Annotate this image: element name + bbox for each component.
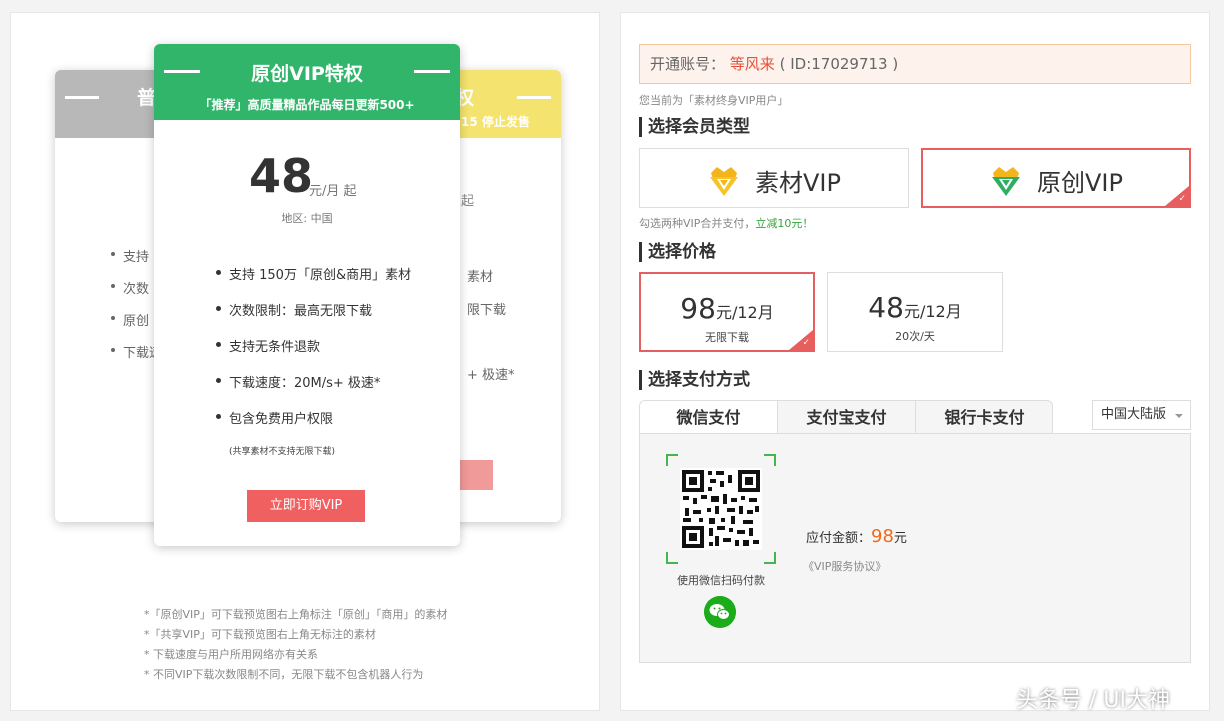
- list-item: 限下载: [467, 303, 507, 318]
- payment-area: 使用微信扫码付款 应付金额：98元 《VIP服务协议》: [639, 433, 1191, 663]
- note-item: *「原创VIP」可下载预览图右上角标注「原创」「商用」的素材: [144, 608, 448, 621]
- price-amount: 98: [680, 292, 716, 325]
- check-mark-icon: ✓: [1178, 194, 1186, 204]
- scan-tip: 使用微信扫码付款: [677, 574, 765, 587]
- account-bar: 开通账号： 等风来 ( ID:17029713 ): [639, 44, 1191, 84]
- gold-crown-v-icon: [710, 166, 739, 196]
- section-title-payment: 选择支付方式: [639, 370, 750, 390]
- list-item: + 极速*: [467, 368, 515, 383]
- vip-plan-feature-note: (共享素材不支持无限下载): [229, 447, 336, 457]
- payment-tabs: 微信支付 支付宝支付 银行卡支付: [639, 400, 1053, 433]
- tab-bank-card[interactable]: 银行卡支付: [916, 401, 1052, 433]
- vip-plan-title: 原创VIP特权: [251, 63, 363, 85]
- price-option-daily[interactable]: 48元/12月 20次/天: [827, 272, 1003, 352]
- original-vip-label: 原创VIP: [1037, 169, 1123, 197]
- shared-plan-subtitle: 15 停止发售: [461, 115, 530, 129]
- material-vip-label: 素材VIP: [755, 169, 841, 197]
- tab-alipay[interactable]: 支付宝支付: [778, 401, 916, 433]
- list-item: 下载速度：20M/s+ 极速*: [216, 372, 411, 408]
- price-unit: 元/12月: [715, 303, 774, 322]
- header-dash: [414, 70, 450, 73]
- section-title-price: 选择价格: [639, 242, 716, 262]
- list-item: 素材: [467, 270, 494, 285]
- account-label: 开通账号：: [650, 55, 726, 73]
- amount-due-value: 98: [871, 526, 894, 547]
- current-membership: 您当前为「素材终身VIP用户」: [639, 94, 789, 107]
- note-item: * 不同VIP下载次数限制不同，无限下载不包含机器人行为: [144, 668, 424, 681]
- qr-code-icon: [680, 468, 762, 550]
- qr-frame: [666, 454, 776, 564]
- price-desc: 20次/天: [895, 330, 935, 343]
- vip-plan-region: 地区: 中国: [281, 212, 333, 225]
- header-dash: [164, 70, 200, 73]
- vip-agreement-link[interactable]: 《VIP服务协议》: [803, 558, 886, 574]
- watermark: 头条号 / UI大神: [1016, 688, 1170, 713]
- list-item: 支持 150万「原创&商用」素材: [216, 264, 411, 300]
- combine-pay-tip: 勾选两种VIP合并支付，立减10元！: [639, 215, 813, 231]
- wechat-icon: [704, 596, 736, 628]
- check-mark-icon: ✓: [802, 338, 810, 348]
- note-item: *「共享VIP」可下载预览图右上角无标注的素材: [144, 628, 376, 641]
- vip-plan-price: 48: [249, 149, 314, 203]
- region-dropdown-value: 中国大陆版: [1101, 407, 1167, 422]
- checkout-panel: 开通账号： 等风来 ( ID:17029713 ) 您当前为「素材终身VIP用户…: [620, 12, 1210, 711]
- shared-plan-features: 素材 限下载 + 极速*: [467, 266, 515, 397]
- price-amount: 48: [868, 291, 904, 324]
- price-option-unlimited[interactable]: 98元/12月 无限下载 ✓: [639, 272, 815, 352]
- region-dropdown[interactable]: 中国大陆版: [1092, 400, 1191, 430]
- original-vip-plan-card: 原创VIP特权 「推荐」高质量精品作品每日更新500+ 48 元/月 起 地区:…: [154, 44, 460, 546]
- vip-plan-price-unit: 元/月 起: [309, 184, 357, 199]
- header-dash: [517, 96, 551, 99]
- vip-plan-subtitle: 「推荐」高质量精品作品每日更新500+: [199, 98, 415, 112]
- vip-plan-header: 原创VIP特权 「推荐」高质量精品作品每日更新500+: [154, 44, 460, 120]
- tab-wechat-pay[interactable]: 微信支付: [640, 401, 778, 433]
- amount-due: 应付金额：98元: [806, 526, 907, 547]
- combine-tip-text: 勾选两种VIP合并支付，: [639, 217, 756, 230]
- buy-vip-button[interactable]: 立即订购VIP: [247, 490, 365, 522]
- header-dash: [65, 96, 99, 99]
- chevron-down-icon: [1175, 414, 1183, 418]
- section-title-member-type: 选择会员类型: [639, 117, 750, 137]
- combine-discount: 立减10元！: [755, 217, 814, 230]
- list-item: 包含免费用户权限: [216, 408, 411, 444]
- list-item: 次数限制：最高无限下载: [216, 300, 411, 336]
- amount-due-unit: 元: [893, 531, 907, 546]
- note-item: * 下载速度与用户所用网络亦有关系: [144, 648, 318, 661]
- material-vip-option[interactable]: 素材VIP: [639, 148, 909, 208]
- list-item: 支持无条件退款: [216, 336, 411, 372]
- price-desc: 无限下载: [705, 331, 749, 344]
- price-unit: 元/12月: [903, 302, 962, 321]
- account-id: ( ID:17029713 ): [779, 55, 899, 73]
- plan-notes: *「原创VIP」可下载预览图右上角标注「原创」「商用」的素材 *「共享VIP」可…: [144, 605, 447, 685]
- shared-plan-buy-button[interactable]: [459, 460, 493, 490]
- account-name: 等风来: [729, 55, 775, 73]
- green-crown-v-icon: [992, 166, 1021, 196]
- shared-plan-price-suffix: 起: [461, 194, 475, 209]
- vip-plan-features: 支持 150万「原创&商用」素材 次数限制：最高无限下载 支持无条件退款 下载速…: [216, 264, 411, 444]
- amount-due-label: 应付金额：: [806, 531, 872, 546]
- plans-panel: 普 支持 次数 原创 下载速 权 15 停止发售 起 素材 限下载 + 极速* …: [10, 12, 600, 711]
- original-vip-option[interactable]: 原创VIP ✓: [921, 148, 1191, 208]
